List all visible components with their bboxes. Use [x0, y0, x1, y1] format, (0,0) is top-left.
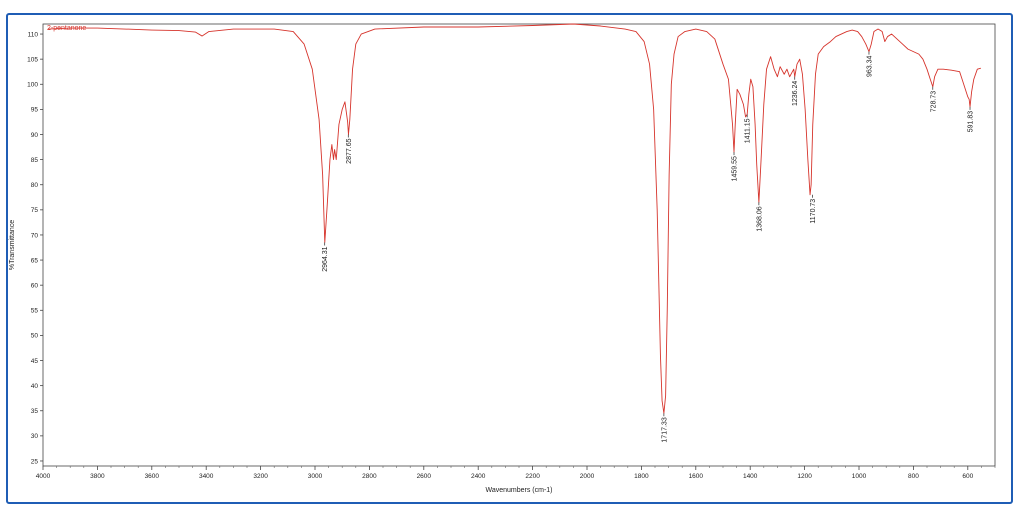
y-tick-label: 105 — [27, 56, 38, 63]
y-tick-label: 100 — [27, 82, 38, 89]
x-tick-label: 800 — [908, 473, 919, 480]
y-tick-label: 55 — [31, 308, 39, 315]
x-tick-label: 3800 — [90, 473, 105, 480]
y-tick-label: 80 — [31, 182, 39, 189]
peak-label: 728.73 — [930, 91, 937, 113]
peak-label: 1411.15 — [745, 118, 752, 143]
x-tick-label: 2200 — [525, 473, 540, 480]
y-tick-label: 45 — [31, 358, 39, 365]
y-tick-label: 95 — [31, 107, 39, 114]
x-tick-label: 3000 — [308, 473, 323, 480]
x-tick-label: 2400 — [471, 473, 486, 480]
y-tick-label: 110 — [28, 31, 39, 38]
x-tick-label: 3400 — [199, 473, 214, 480]
x-tick-label: 600 — [962, 473, 973, 480]
peak-label: 1717.33 — [661, 417, 668, 442]
peak-label: 2877.65 — [346, 138, 353, 163]
x-tick-label: 1000 — [852, 473, 867, 480]
y-axis-title: %Transmittance — [9, 220, 16, 270]
series-group — [48, 23, 981, 414]
peak-label: 2964.31 — [322, 246, 329, 271]
x-axis-title: Wavenumbers (cm-1) — [485, 487, 552, 494]
x-axis-ticks: 4000 3800 3600 3400 3200 3000 2800 2600 2400 2200… — [36, 466, 996, 480]
spectrum-line — [48, 23, 981, 414]
y-tick-label: 85 — [31, 157, 39, 164]
x-tick-label: 2000 — [580, 473, 595, 480]
ir-spectrum-chart: 2-pentanone %Transmittance Wavenumbers (… — [9, 23, 996, 494]
y-tick-label: 65 — [31, 257, 39, 264]
peak-label: 1170.73 — [810, 199, 817, 224]
x-tick-label: 3600 — [145, 473, 160, 480]
y-tick-label: 50 — [31, 333, 39, 340]
peak-label: 591.83 — [968, 111, 975, 133]
peak-label: 1236.24 — [792, 81, 799, 106]
x-tick-label: 2800 — [362, 473, 377, 480]
y-tick-label: 75 — [31, 207, 39, 214]
x-tick-label: 1600 — [689, 473, 704, 480]
plot-area — [42, 23, 996, 467]
y-tick-label: 60 — [31, 282, 39, 289]
x-tick-label: 1400 — [743, 473, 758, 480]
peak-label: 963.34 — [866, 56, 873, 78]
y-tick-label: 70 — [31, 232, 39, 239]
y-tick-label: 25 — [31, 458, 39, 465]
x-tick-label: 3200 — [253, 473, 268, 480]
x-tick-label: 1200 — [797, 473, 812, 480]
y-tick-label: 90 — [31, 132, 39, 139]
peak-annotations: 2964.31 2877.65 1717.33 1459.55 1411.15 1368.… — [322, 51, 975, 443]
x-tick-label: 4000 — [36, 473, 51, 480]
y-tick-label: 40 — [31, 383, 39, 390]
peak-label: 1368.06 — [756, 206, 763, 231]
y-axis-ticks: 110 105 100 95 90 85 80 75 70 65 60 55 50 45 40 35 30 25 — [27, 31, 43, 465]
y-tick-label: 35 — [31, 408, 39, 415]
x-tick-label: 1800 — [634, 473, 649, 480]
y-tick-label: 30 — [31, 433, 39, 440]
x-tick-label: 2600 — [417, 473, 432, 480]
peak-label: 1459.55 — [732, 156, 739, 181]
